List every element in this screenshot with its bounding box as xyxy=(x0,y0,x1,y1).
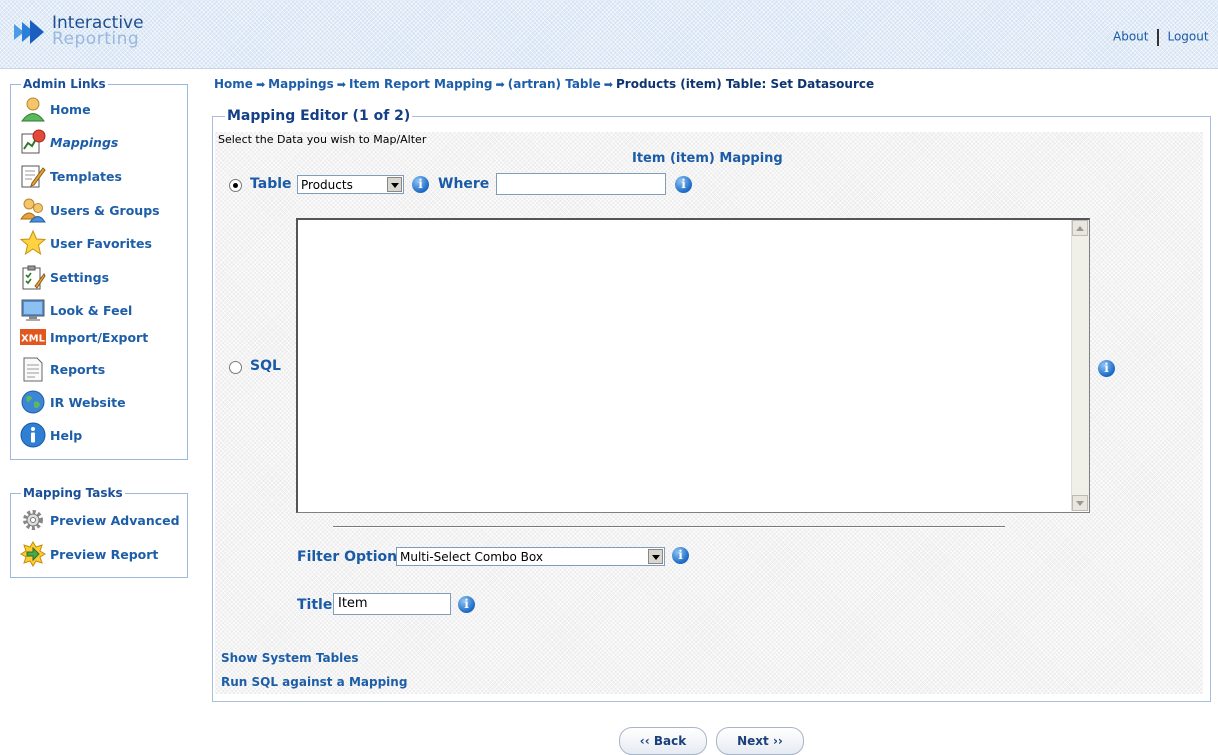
gear-icon xyxy=(23,510,43,530)
report-document-icon xyxy=(23,357,43,382)
table-select[interactable]: Products xyxy=(297,175,404,194)
breadcrumb-item-report-mapping[interactable]: Item Report Mapping xyxy=(349,77,493,91)
table-label: Table xyxy=(250,176,292,192)
chevron-down-icon xyxy=(648,549,663,564)
monitor-icon xyxy=(21,299,45,321)
sidebar-label-home: Home xyxy=(50,101,91,117)
sidebar-label-help: Help xyxy=(50,427,83,443)
sidebar-item-look-feel[interactable]: Look & Feel xyxy=(20,297,132,323)
sidebar-label-templates: Templates xyxy=(50,168,122,184)
scroll-down-icon[interactable] xyxy=(1072,495,1088,511)
chevron-down-icon xyxy=(387,177,402,192)
header-bar: Interactive Reporting About Logout xyxy=(0,0,1218,69)
sidebar-label-import-export: Import/Export xyxy=(50,329,149,345)
header-divider xyxy=(1156,29,1159,46)
breadcrumb-arrow-icon: ➡ xyxy=(336,78,346,91)
sidebar-item-mappings[interactable]: Mappings xyxy=(20,129,118,155)
editor-instruction: Select the Data you wish to Map/Alter xyxy=(218,133,427,146)
breadcrumb-arrow-icon: ➡ xyxy=(603,78,613,91)
task-label-preview-report: Preview Report xyxy=(50,546,159,562)
scroll-up-icon[interactable] xyxy=(1072,220,1088,236)
sql-radio[interactable] xyxy=(229,361,242,374)
filter-option-label: Filter Option xyxy=(297,549,398,565)
breadcrumb-mappings[interactable]: Mappings xyxy=(268,77,334,91)
title-input[interactable]: Item xyxy=(333,593,451,615)
back-button[interactable]: ‹‹ Back xyxy=(619,727,707,755)
sidebar-label-user-favorites: User Favorites xyxy=(50,235,152,251)
where-label: Where xyxy=(438,176,490,192)
sidebar-label-look-feel: Look & Feel xyxy=(50,302,133,318)
sidebar-label-users-groups: Users & Groups xyxy=(50,202,160,218)
where-info-icon[interactable]: i xyxy=(675,176,692,193)
sidebar-item-home[interactable]: Home xyxy=(20,96,91,122)
sidebar-item-help[interactable]: Help xyxy=(20,422,82,448)
sql-textarea[interactable] xyxy=(296,218,1090,513)
header-links: About Logout xyxy=(1113,29,1209,46)
sidebar-item-users-groups[interactable]: Users & Groups xyxy=(20,197,160,223)
table-info-icon[interactable]: i xyxy=(412,176,429,193)
task-preview-report[interactable]: Preview Report xyxy=(20,541,158,567)
sidebar-label-ir-website: IR Website xyxy=(50,394,126,410)
run-sql-link[interactable]: Run SQL against a Mapping xyxy=(221,675,407,689)
filter-option-select[interactable]: Multi-Select Combo Box xyxy=(396,547,665,566)
arrow-burst-icon xyxy=(20,541,46,567)
help-info-icon xyxy=(20,422,46,448)
star-icon xyxy=(20,230,46,256)
svg-text:XML: XML xyxy=(21,334,46,345)
filter-info-icon[interactable]: i xyxy=(672,547,689,564)
sidebar-item-templates[interactable]: Templates xyxy=(20,163,122,189)
breadcrumb-home[interactable]: Home xyxy=(214,77,253,91)
users-groups-icon xyxy=(20,198,46,223)
sql-scrollbar[interactable] xyxy=(1071,220,1089,511)
globe-icon xyxy=(21,390,45,414)
breadcrumb-arrow-icon: ➡ xyxy=(495,78,505,91)
sql-info-icon[interactable]: i xyxy=(1098,360,1115,377)
settings-clipboard-icon xyxy=(22,265,46,290)
breadcrumb-artran-table[interactable]: (artran) Table xyxy=(508,77,601,91)
next-button[interactable]: Next ›› xyxy=(716,727,804,755)
sidebar-item-reports[interactable]: Reports xyxy=(20,356,105,382)
templates-icon xyxy=(21,165,46,188)
task-label-preview-advanced: Preview Advanced xyxy=(50,512,180,528)
admin-links-title: Admin Links xyxy=(23,77,106,91)
logo-text-reporting: Reporting xyxy=(52,29,140,49)
sidebar-item-settings[interactable]: Settings xyxy=(20,264,109,290)
sidebar-label-reports: Reports xyxy=(50,361,106,377)
sidebar-label-mappings: Mappings xyxy=(50,134,119,150)
sidebar-item-ir-website[interactable]: IR Website xyxy=(20,389,126,415)
home-user-icon xyxy=(21,97,45,122)
table-radio[interactable] xyxy=(229,179,242,192)
sql-label: SQL xyxy=(250,358,281,374)
mapping-editor-title: Mapping Editor (1 of 2) xyxy=(227,108,411,124)
mappings-icon xyxy=(21,129,46,154)
sidebar-item-import-export[interactable]: XML Import/Export xyxy=(20,326,148,348)
mapping-tasks-title: Mapping Tasks xyxy=(23,486,123,500)
section-divider xyxy=(333,526,1005,528)
sidebar-item-user-favorites[interactable]: User Favorites xyxy=(20,230,152,256)
about-link[interactable]: About xyxy=(1113,30,1148,44)
title-label: Title xyxy=(297,597,333,613)
logout-link[interactable]: Logout xyxy=(1167,30,1208,44)
title-info-icon[interactable]: i xyxy=(458,596,475,613)
task-preview-advanced[interactable]: Preview Advanced xyxy=(20,507,180,533)
breadcrumb-current: Products (item) Table: Set Datasource xyxy=(616,77,875,91)
xml-icon: XML xyxy=(20,329,46,345)
show-system-tables-link[interactable]: Show System Tables xyxy=(221,651,359,665)
sidebar-label-settings: Settings xyxy=(50,269,110,285)
breadcrumb: Home ➡ Mappings ➡ Item Report Mapping ➡ (artra… xyxy=(214,77,874,91)
logo-arrows-icon xyxy=(14,20,44,44)
table-select-value: Products xyxy=(301,178,353,192)
breadcrumb-arrow-icon: ➡ xyxy=(255,78,266,91)
editor-heading: Item (item) Mapping xyxy=(632,151,783,166)
where-input[interactable] xyxy=(496,173,666,195)
filter-option-value: Multi-Select Combo Box xyxy=(400,550,543,564)
